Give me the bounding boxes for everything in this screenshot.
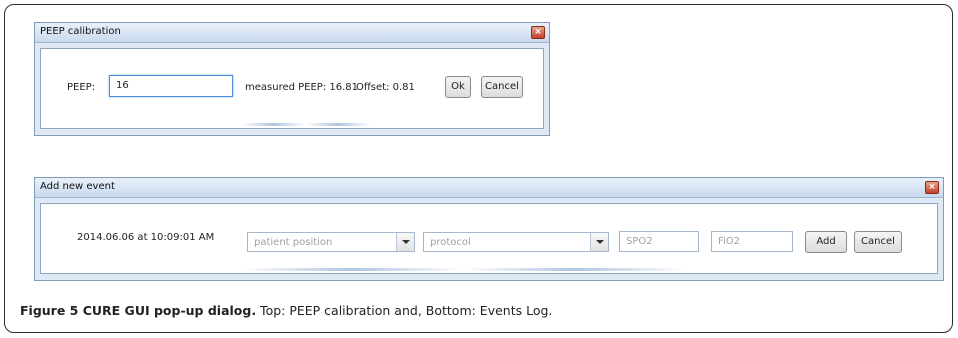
protocol-placeholder: protocol [430, 237, 471, 248]
patient-position-select[interactable]: patient position [247, 232, 415, 252]
peep-input[interactable]: 16 [109, 75, 233, 97]
dialog-titlebar: PEEP calibration × [35, 23, 549, 43]
caption-text: Top: PEEP calibration and, Bottom: Event… [256, 303, 553, 318]
offset-text: Offset: 0.81 [356, 82, 415, 93]
spo2-input[interactable]: SPO2 [619, 231, 699, 252]
peep-calibration-dialog: PEEP calibration × PEEP: 16 measured PEE… [34, 22, 550, 136]
add-button[interactable]: Add [805, 231, 847, 253]
dropdown-arrow-icon[interactable] [590, 233, 608, 251]
caption-title: Figure 5 CURE GUI pop-up dialog. [20, 303, 257, 318]
cancel-button[interactable]: Cancel [481, 76, 523, 98]
dialog-titlebar: Add new event × [35, 178, 943, 198]
fio2-input[interactable]: FiO2 [711, 231, 793, 252]
window-glow [241, 268, 797, 271]
protocol-select[interactable]: protocol [423, 232, 609, 252]
dropdown-arrow-icon[interactable] [396, 233, 414, 251]
peep-label: PEEP: [67, 82, 96, 93]
add-event-dialog: Add new event × 2014.06.06 at 10:09:01 A… [34, 177, 944, 281]
dialog-body: 2014.06.06 at 10:09:01 AM patient positi… [40, 203, 938, 274]
figure-caption: Figure 5 CURE GUI pop-up dialog. Top: PE… [20, 303, 552, 318]
close-icon[interactable]: × [531, 26, 545, 39]
dialog-title: PEEP calibration [40, 26, 121, 37]
cancel-button[interactable]: Cancel [854, 231, 902, 253]
measured-peep-text: measured PEEP: 16.81 [245, 82, 359, 93]
event-timestamp: 2014.06.06 at 10:09:01 AM [77, 232, 215, 243]
ok-button[interactable]: Ok [445, 76, 471, 98]
patient-position-placeholder: patient position [254, 237, 333, 248]
dialog-body: PEEP: 16 measured PEEP: 16.81 Offset: 0.… [40, 48, 544, 129]
dialog-title: Add new event [40, 181, 115, 192]
window-glow [241, 123, 403, 126]
close-icon[interactable]: × [925, 181, 939, 194]
